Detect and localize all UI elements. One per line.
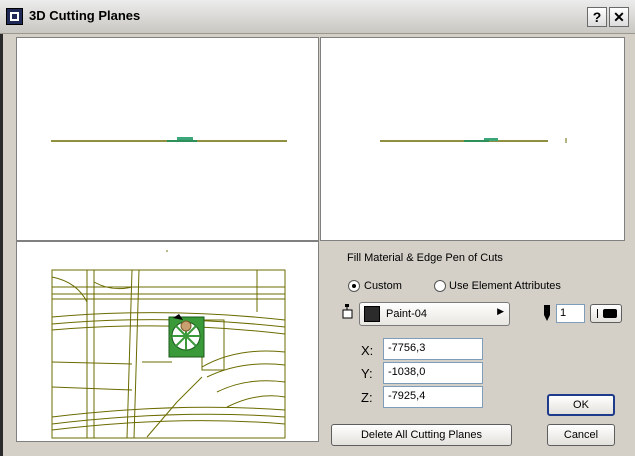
paint-bucket-icon	[342, 304, 353, 319]
pen-number-field[interactable]: 1	[556, 304, 585, 323]
pen-picker-button[interactable]	[590, 304, 622, 323]
fill-material-section-title: Fill Material & Edge Pen of Cuts	[347, 252, 503, 264]
ok-button[interactable]: OK	[547, 394, 615, 416]
x-label: X:	[361, 343, 374, 358]
front-elevation-drawing	[51, 137, 287, 142]
pen-icon	[544, 305, 550, 321]
plan-view[interactable]	[16, 241, 319, 442]
x-coordinate-field[interactable]: -7756,3	[383, 338, 483, 360]
elevation-view-front[interactable]	[16, 37, 319, 241]
custom-radio-label[interactable]: Custom	[364, 280, 402, 292]
material-swatch	[364, 306, 380, 322]
y-coordinate-field[interactable]: -1038,0	[383, 362, 483, 384]
use-element-attributes-radio[interactable]	[434, 280, 446, 292]
z-coordinate-field[interactable]: -7925,4	[383, 386, 483, 408]
material-dropdown[interactable]: Paint-04 ▶	[359, 302, 510, 326]
close-button[interactable]: ✕	[609, 7, 629, 27]
help-button[interactable]: ?	[587, 7, 607, 27]
delete-all-cutting-planes-button[interactable]: Delete All Cutting Planes	[331, 424, 512, 446]
use-element-attributes-label[interactable]: Use Element Attributes	[449, 280, 561, 292]
dropdown-arrow-icon: ▶	[497, 306, 504, 316]
title-bar: 3D Cutting Planes ? ✕	[0, 0, 635, 34]
material-name: Paint-04	[386, 308, 427, 320]
window-title: 3D Cutting Planes	[29, 8, 141, 23]
custom-radio[interactable]	[348, 280, 360, 292]
side-elevation-drawing	[380, 138, 567, 143]
site-building-plan	[168, 314, 205, 358]
app-icon	[6, 8, 23, 25]
y-label: Y:	[361, 366, 373, 381]
elevation-view-side[interactable]	[320, 37, 625, 241]
z-label: Z:	[361, 390, 373, 405]
cancel-button[interactable]: Cancel	[547, 424, 615, 446]
site-plan-drawing	[51, 250, 286, 439]
background-window-edge	[0, 34, 3, 456]
